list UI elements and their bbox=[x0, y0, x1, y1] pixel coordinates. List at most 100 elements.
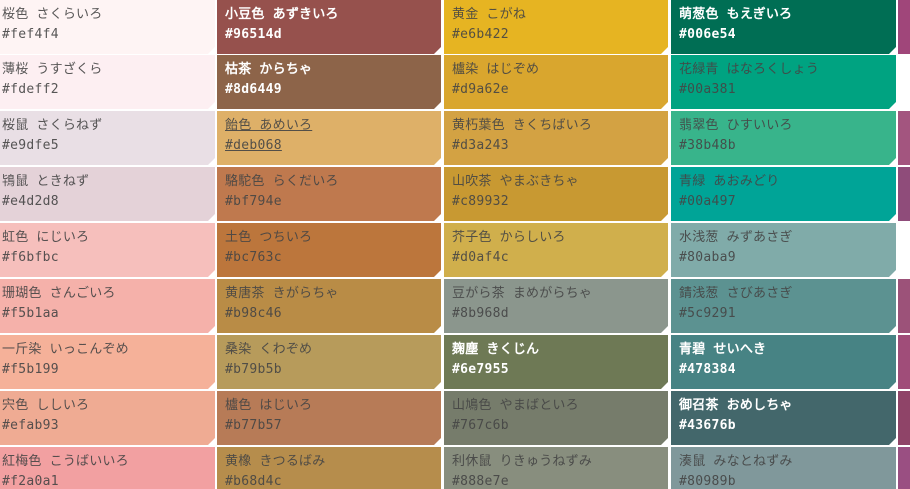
color-swatch[interactable]: 山吹茶 やまぶきちゃ #c89932 bbox=[444, 167, 668, 221]
color-swatch[interactable]: 湊鼠 みなとねずみ #80989b bbox=[671, 447, 896, 489]
color-name: 一斤染 いっこんぞめ bbox=[2, 342, 129, 357]
color-swatch[interactable]: 山鳩色 やまばといろ #767c6b bbox=[444, 391, 668, 445]
color-swatch[interactable]: 麹塵 きくじん #6e7955 bbox=[444, 335, 668, 389]
color-swatch[interactable]: 櫨色 はじいろ #b77b57 bbox=[217, 391, 441, 445]
color-hex-code: #38b48b bbox=[679, 138, 736, 153]
color-hex-code: #e6b422 bbox=[452, 27, 509, 42]
corner-fold-icon bbox=[434, 382, 441, 389]
color-name: 錆浅葱 さびあさぎ bbox=[679, 286, 793, 301]
color-name: 桜色 さくらいろ bbox=[2, 7, 103, 22]
color-swatch[interactable]: 土色 つちいろ #bc763c bbox=[217, 223, 441, 277]
color-hex-code: #b68d4c bbox=[225, 474, 282, 489]
edge-swatch[interactable] bbox=[898, 111, 910, 165]
color-swatch[interactable]: 利休鼠 りきゅうねずみ #888e7e bbox=[444, 447, 668, 489]
color-name: 御召茶 おめしちゃ bbox=[679, 398, 793, 413]
corner-fold-icon bbox=[208, 158, 215, 165]
color-swatch[interactable]: 黄唐茶 きがらちゃ #b98c46 bbox=[217, 279, 441, 333]
color-hex-code: #d3a243 bbox=[452, 138, 509, 153]
color-swatch[interactable]: 桜鼠 さくらねず #e9dfe5 bbox=[0, 111, 215, 165]
color-swatch[interactable]: 薄桜 うすざくら #fdeff2 bbox=[0, 55, 215, 109]
color-hex-code: #00a497 bbox=[679, 194, 736, 209]
color-swatch[interactable]: 黄朽葉色 きくちばいろ #d3a243 bbox=[444, 111, 668, 165]
edge-swatch[interactable] bbox=[898, 447, 910, 489]
color-palette-grid: 桜色 さくらいろ #fef4f4 薄桜 うすざくら #fdeff2 桜鼠 さくらねず #e… bbox=[0, 0, 910, 489]
color-hex-code: #fef4f4 bbox=[2, 27, 59, 42]
color-name: 珊瑚色 さんごいろ bbox=[2, 286, 116, 301]
corner-fold-icon bbox=[661, 382, 668, 389]
color-name: 櫨染 はじぞめ bbox=[452, 62, 540, 77]
color-hex-code: #96514d bbox=[225, 27, 282, 42]
color-hex-code: #006e54 bbox=[679, 27, 736, 42]
color-hex-code: #b77b57 bbox=[225, 418, 282, 433]
color-swatch[interactable]: 御召茶 おめしちゃ #43676b bbox=[671, 391, 896, 445]
color-swatch[interactable]: 黄橡 きつるばみ #b68d4c bbox=[217, 447, 441, 489]
color-hex-code: #5c9291 bbox=[679, 306, 736, 321]
color-swatch[interactable]: 虹色 にじいろ #f6bfbc bbox=[0, 223, 215, 277]
color-swatch[interactable]: 黄金 こがね #e6b422 bbox=[444, 0, 668, 54]
corner-fold-icon bbox=[434, 214, 441, 221]
color-swatch[interactable]: 櫨染 はじぞめ #d9a62e bbox=[444, 55, 668, 109]
corner-fold-icon bbox=[208, 326, 215, 333]
color-hex-code: #b79b5b bbox=[225, 362, 282, 377]
color-hex-code: #b98c46 bbox=[225, 306, 282, 321]
corner-fold-icon bbox=[434, 158, 441, 165]
color-name: 飴色 あめいろ bbox=[225, 118, 313, 133]
color-swatch[interactable]: 一斤染 いっこんぞめ #f5b199 bbox=[0, 335, 215, 389]
edge-swatch[interactable] bbox=[898, 279, 910, 333]
color-hex-code: #80aba9 bbox=[679, 250, 736, 265]
color-hex-code: #f2a0a1 bbox=[2, 474, 59, 489]
edge-swatch[interactable] bbox=[898, 55, 910, 109]
color-swatch[interactable]: 錆浅葱 さびあさぎ #5c9291 bbox=[671, 279, 896, 333]
color-swatch[interactable]: 花緑青 はなろくしょう #00a381 bbox=[671, 55, 896, 109]
color-name: 櫨色 はじいろ bbox=[225, 398, 313, 413]
corner-fold-icon bbox=[661, 438, 668, 445]
color-swatch[interactable]: 小豆色 あずきいろ #96514d bbox=[217, 0, 441, 54]
color-name: 黄朽葉色 きくちばいろ bbox=[452, 118, 593, 133]
color-swatch[interactable]: 宍色 ししいろ #efab93 bbox=[0, 391, 215, 445]
color-swatch[interactable]: 翡翠色 ひすいいろ #38b48b bbox=[671, 111, 896, 165]
next-column-edge bbox=[898, 0, 910, 489]
color-swatch[interactable]: 青碧 せいへき #478384 bbox=[671, 335, 896, 389]
edge-swatch[interactable] bbox=[898, 391, 910, 445]
color-swatch[interactable]: 豆がら茶 まめがらちゃ #8b968d bbox=[444, 279, 668, 333]
corner-fold-icon bbox=[889, 214, 896, 221]
edge-swatch[interactable] bbox=[898, 223, 910, 277]
color-swatch[interactable]: 芥子色 からしいろ #d0af4c bbox=[444, 223, 668, 277]
color-hex-code: #00a381 bbox=[679, 82, 736, 97]
color-hex-code: #deb068 bbox=[225, 138, 282, 153]
color-name: 鴇鼠 ときねず bbox=[2, 174, 90, 189]
color-swatch[interactable]: 青緑 あおみどり #00a497 bbox=[671, 167, 896, 221]
corner-fold-icon bbox=[208, 47, 215, 54]
color-hex-code: #478384 bbox=[679, 362, 736, 377]
color-name: 湊鼠 みなとねずみ bbox=[679, 454, 793, 469]
color-name: 桜鼠 さくらねず bbox=[2, 118, 103, 133]
corner-fold-icon bbox=[434, 326, 441, 333]
color-swatch[interactable]: 紅梅色 こうばいいろ #f2a0a1 bbox=[0, 447, 215, 489]
edge-swatch[interactable] bbox=[898, 0, 910, 54]
corner-fold-icon bbox=[208, 214, 215, 221]
corner-fold-icon bbox=[661, 47, 668, 54]
color-swatch[interactable]: 桜色 さくらいろ #fef4f4 bbox=[0, 0, 215, 54]
color-swatch[interactable]: 鴇鼠 ときねず #e4d2d8 bbox=[0, 167, 215, 221]
color-name: 虹色 にじいろ bbox=[2, 230, 90, 245]
edge-swatch[interactable] bbox=[898, 167, 910, 221]
color-swatch[interactable]: 萌葱色 もえぎいろ #006e54 bbox=[671, 0, 896, 54]
color-name: 利休鼠 りきゅうねずみ bbox=[452, 454, 593, 469]
color-name: 翡翠色 ひすいいろ bbox=[679, 118, 793, 133]
color-swatch[interactable]: 駱駝色 らくだいろ #bf794e bbox=[217, 167, 441, 221]
color-swatch[interactable]: 水浅葱 みずあさぎ #80aba9 bbox=[671, 223, 896, 277]
edge-swatch[interactable] bbox=[898, 335, 910, 389]
color-name: 花緑青 はなろくしょう bbox=[679, 62, 820, 77]
color-swatch[interactable]: 珊瑚色 さんごいろ #f5b1aa bbox=[0, 279, 215, 333]
color-swatch[interactable]: 枯茶 からちゃ #8d6449 bbox=[217, 55, 441, 109]
color-swatch[interactable]: 桑染 くわぞめ #b79b5b bbox=[217, 335, 441, 389]
corner-fold-icon bbox=[889, 158, 896, 165]
corner-fold-icon bbox=[889, 102, 896, 109]
color-hex-code: #f6bfbc bbox=[2, 250, 59, 265]
color-name: 黄金 こがね bbox=[452, 7, 527, 22]
color-name: 山鳩色 やまばといろ bbox=[452, 398, 579, 413]
corner-fold-icon bbox=[889, 382, 896, 389]
color-swatch[interactable]: 飴色 あめいろ #deb068 bbox=[217, 111, 441, 165]
color-name: 黄橡 きつるばみ bbox=[225, 454, 326, 469]
color-name: 萌葱色 もえぎいろ bbox=[679, 7, 793, 22]
